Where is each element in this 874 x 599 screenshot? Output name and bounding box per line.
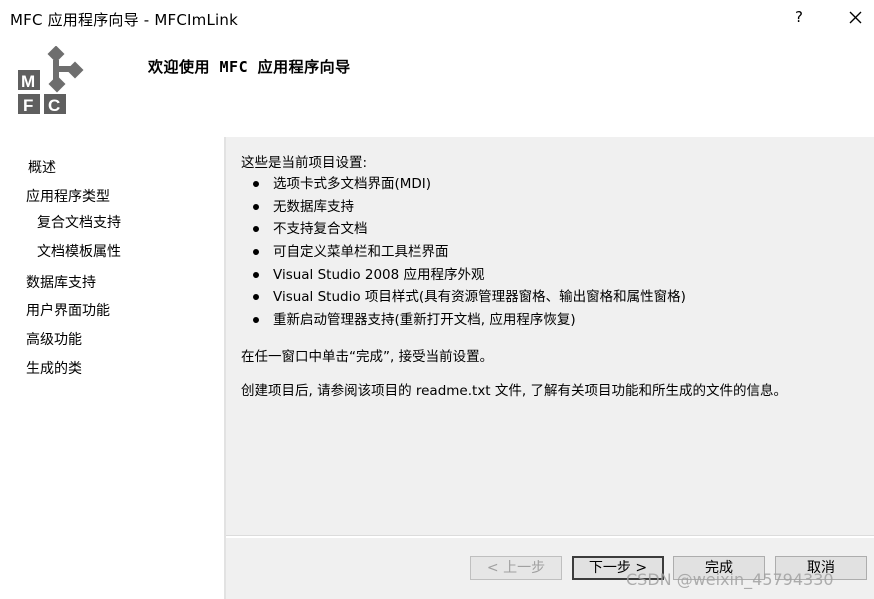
logo-letter-c: C [48, 96, 60, 115]
sidebar-item-application-type[interactable]: 应用程序类型 [26, 186, 110, 206]
list-item-text: 可自定义菜单栏和工具栏界面 [273, 244, 449, 261]
watermark: CSDN @weixin_45794330 [626, 570, 834, 589]
close-button[interactable] [842, 4, 868, 30]
page-title: 欢迎使用 MFC 应用程序向导 [148, 58, 351, 76]
mfc-logo-icon: M F C [18, 46, 84, 115]
sidebar-item-database-support[interactable]: 数据库支持 [26, 272, 96, 292]
bullet-icon [253, 271, 259, 278]
sidebar-item-document-template[interactable]: 文档模板属性 [37, 241, 121, 261]
bullet-icon [253, 294, 259, 301]
list-item: 可自定义菜单栏和工具栏界面 [241, 243, 686, 266]
logo-letter-f: F [23, 96, 33, 115]
sidebar-item-user-interface[interactable]: 用户界面功能 [26, 300, 110, 320]
sidebar-item-advanced-features[interactable]: 高级功能 [26, 329, 82, 349]
sidebar-item-generated-classes[interactable]: 生成的类 [26, 358, 82, 378]
settings-intro: 这些是当前项目设置: [241, 155, 368, 171]
list-item-text: 重新启动管理器支持(重新打开文档, 应用程序恢复) [273, 312, 576, 329]
list-item-text: Visual Studio 项目样式(具有资源管理器窗格、输出窗格和属性窗格) [273, 289, 686, 306]
list-item: 重新启动管理器支持(重新打开文档, 应用程序恢复) [241, 311, 686, 334]
list-item: 选项卡式多文档界面(MDI) [241, 175, 686, 198]
overview-content: 这些是当前项目设置: 选项卡式多文档界面(MDI) 无数据库支持 不支持复合文档… [226, 137, 874, 535]
close-icon [849, 11, 862, 24]
list-item-text: Visual Studio 2008 应用程序外观 [273, 266, 485, 283]
list-item-text: 不支持复合文档 [273, 221, 368, 238]
previous-button[interactable]: < 上一步 [470, 556, 562, 580]
help-button[interactable]: ? [788, 6, 810, 28]
sidebar-item-compound-document[interactable]: 复合文档支持 [37, 212, 121, 232]
window-title: MFC 应用程序向导 - MFCImLink [10, 11, 238, 29]
list-item-text: 选项卡式多文档界面(MDI) [273, 176, 432, 192]
wizard-steps-sidebar: 概述 应用程序类型 复合文档支持 文档模板属性 数据库支持 用户界面功能 高级功… [0, 137, 224, 599]
logo-letter-m: M [21, 72, 35, 91]
title-bar: MFC 应用程序向导 - MFCImLink ? [0, 0, 874, 36]
list-item: 不支持复合文档 [241, 220, 686, 243]
list-item: Visual Studio 2008 应用程序外观 [241, 266, 686, 289]
readme-note: 创建项目后, 请参阅该项目的 readme.txt 文件, 了解有关项目功能和所… [241, 383, 787, 399]
wizard-header: M F C 欢迎使用 MFC 应用程序向导 [0, 36, 874, 137]
footer-divider [226, 535, 874, 538]
bullet-icon [253, 249, 259, 256]
list-item: 无数据库支持 [241, 198, 686, 221]
list-item-text: 无数据库支持 [273, 198, 354, 215]
bullet-icon [253, 226, 259, 233]
bullet-icon [253, 317, 259, 324]
sidebar-item-overview[interactable]: 概述 [28, 157, 56, 177]
finish-instruction: 在任一窗口中单击“完成”, 接受当前设置。 [241, 349, 494, 365]
list-item: Visual Studio 项目样式(具有资源管理器窗格、输出窗格和属性窗格) [241, 288, 686, 311]
bullet-icon [253, 203, 259, 210]
bullet-icon [253, 181, 259, 187]
settings-list: 选项卡式多文档界面(MDI) 无数据库支持 不支持复合文档 可自定义菜单栏和工具… [241, 175, 686, 334]
